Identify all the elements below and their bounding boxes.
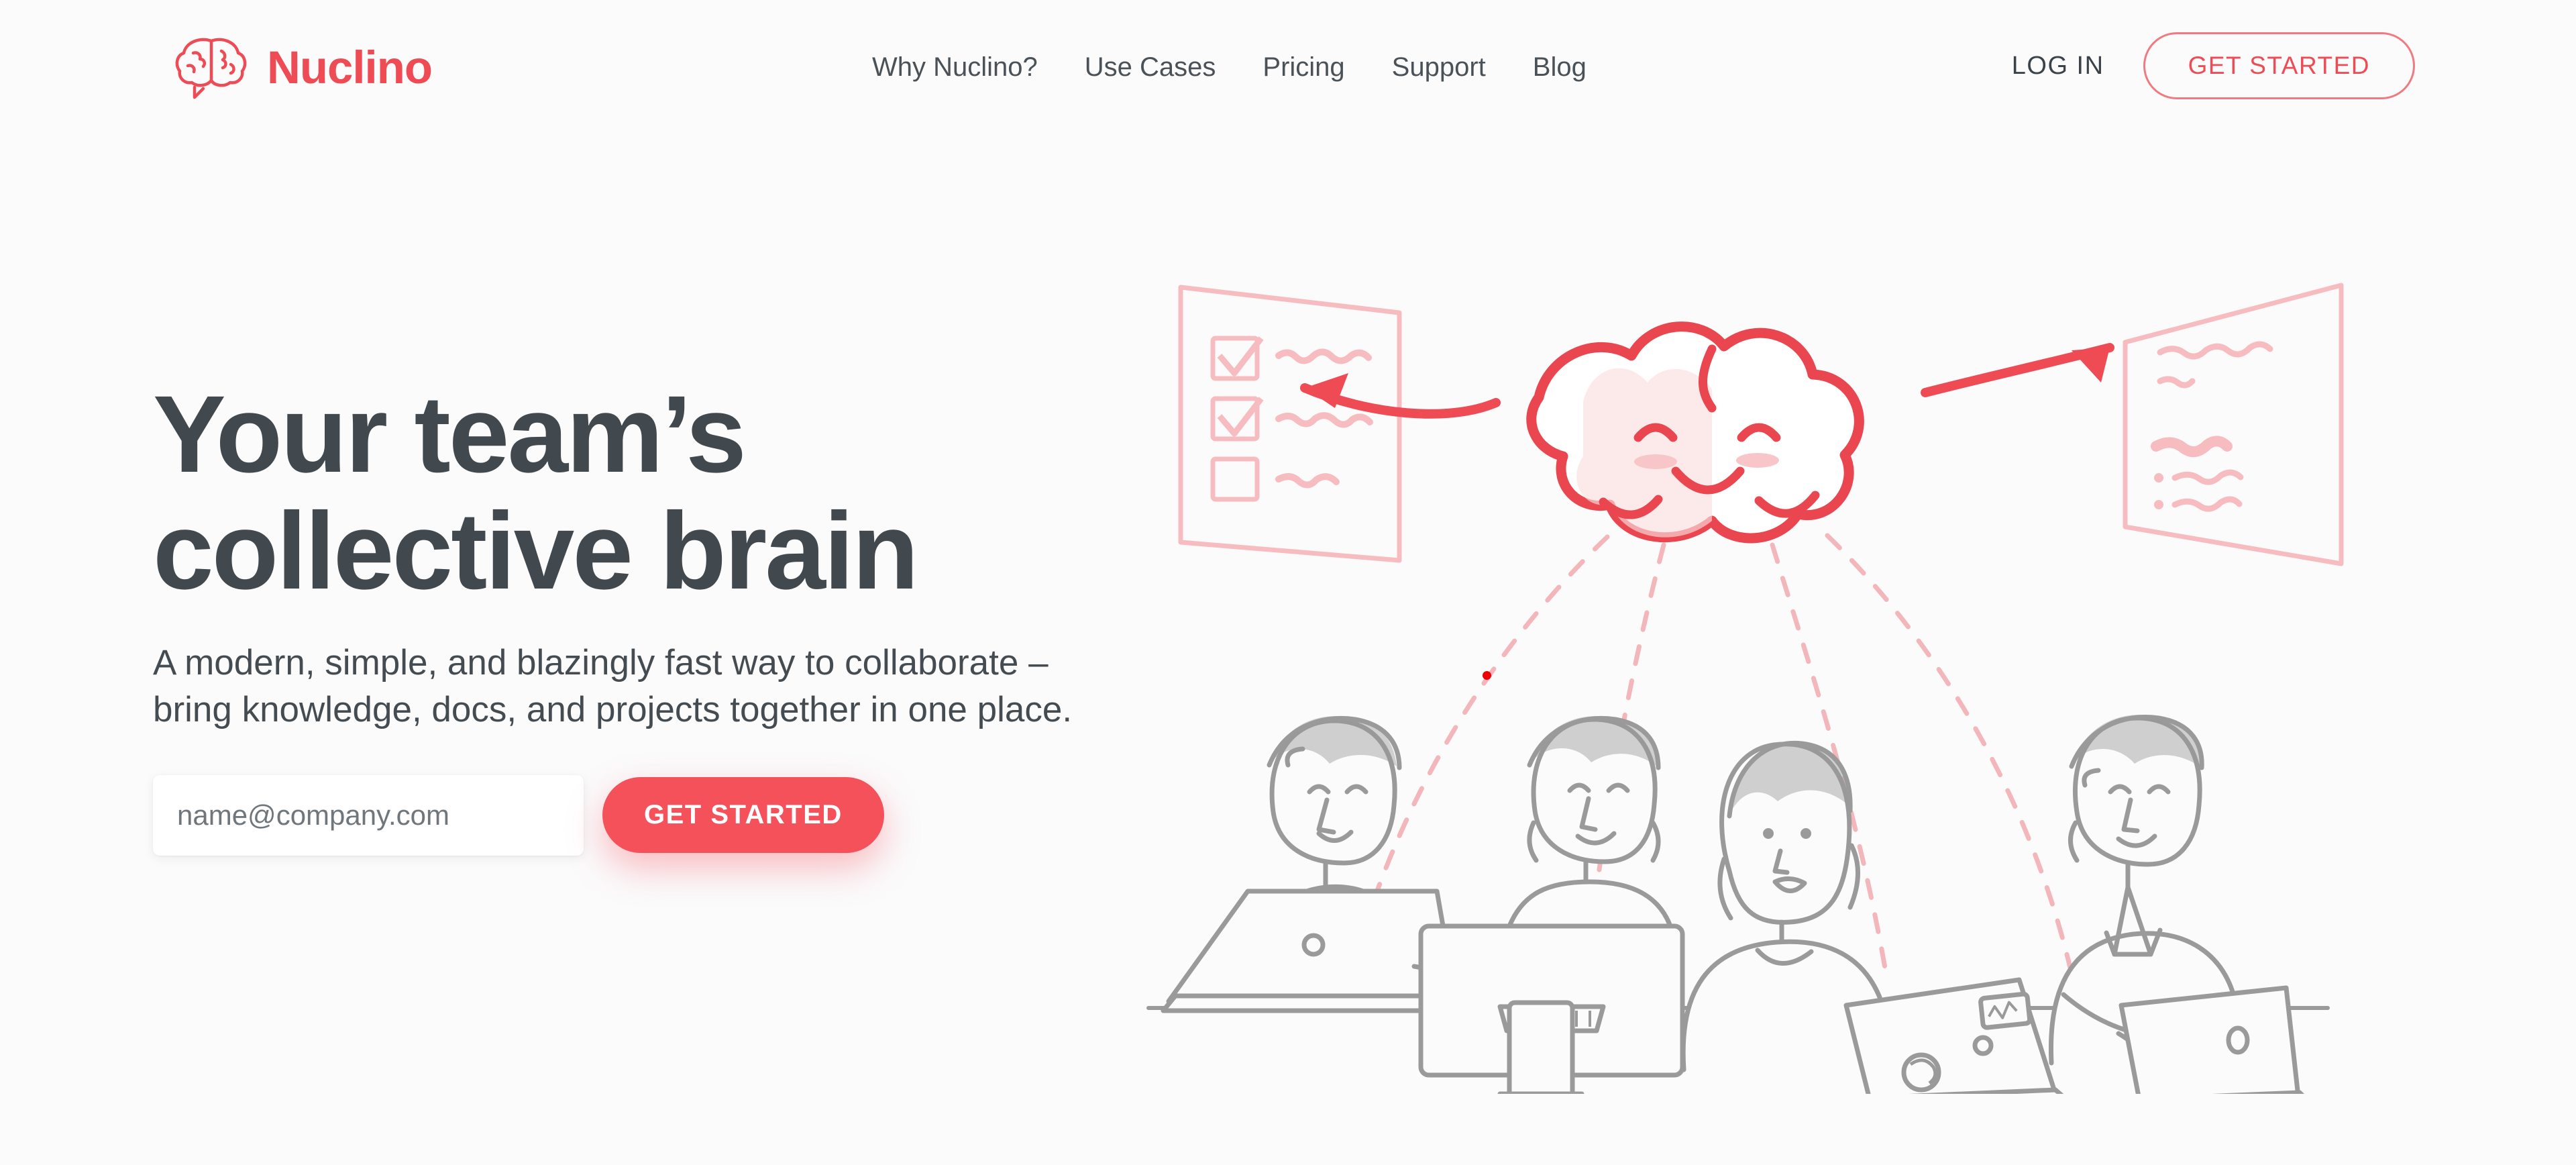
nav-item-use-cases[interactable]: Use Cases [1085,52,1216,83]
brand-logo-link[interactable]: Nuclino [173,35,433,99]
nav-item-blog[interactable]: Blog [1533,52,1587,83]
checklist-board-icon [1178,285,1402,563]
brain-speech-bubble-icon [173,35,250,99]
brand-name: Nuclino [267,41,433,93]
site-header: Nuclino Why Nuclino? Use Cases Pricing S… [0,0,2576,138]
hero-subtitle: A modern, simple, and blazingly fast way… [153,640,1159,733]
header-get-started-button[interactable]: GET STARTED [2143,32,2415,99]
whiteboard-scribble-lines [2151,341,2273,512]
email-input[interactable] [153,774,584,856]
nav-item-why-nuclino[interactable]: Why Nuclino? [872,52,1038,83]
headline-line-2: collective brain [153,489,919,613]
primary-nav: Why Nuclino? Use Cases Pricing Support B… [872,52,1587,83]
signup-form: GET STARTED [153,774,1159,856]
person-with-monitor-2 [1507,715,1674,933]
cursor-indicator [1483,671,1491,680]
headline-line-1: Your team’s [153,372,747,495]
hero-content: Your team’s collective brain A modern, s… [153,375,1159,856]
arrow-head-right [2072,348,2110,383]
whiteboard-icon [2123,283,2344,566]
checklist-scribble-lines [1275,348,1373,489]
smiling-cloud-brain-icon [1526,321,1864,544]
nav-item-pricing[interactable]: Pricing [1263,52,1344,83]
nav-item-support[interactable]: Support [1392,52,1486,83]
phone-stand-icon [1497,1000,1585,1094]
header-actions: LOG IN GET STARTED [2012,32,2415,99]
login-link[interactable]: LOG IN [2012,52,2104,81]
subtitle-line-1: A modern, simple, and blazingly fast way… [153,642,1049,682]
page-title: Your team’s collective brain [153,375,1159,613]
laptop-icon-4 [2118,985,2304,1094]
subtitle-line-2: bring knowledge, docs, and projects toge… [153,689,1073,729]
hero-illustration [1134,255,2408,1094]
hero-get-started-button[interactable]: GET STARTED [602,777,884,854]
